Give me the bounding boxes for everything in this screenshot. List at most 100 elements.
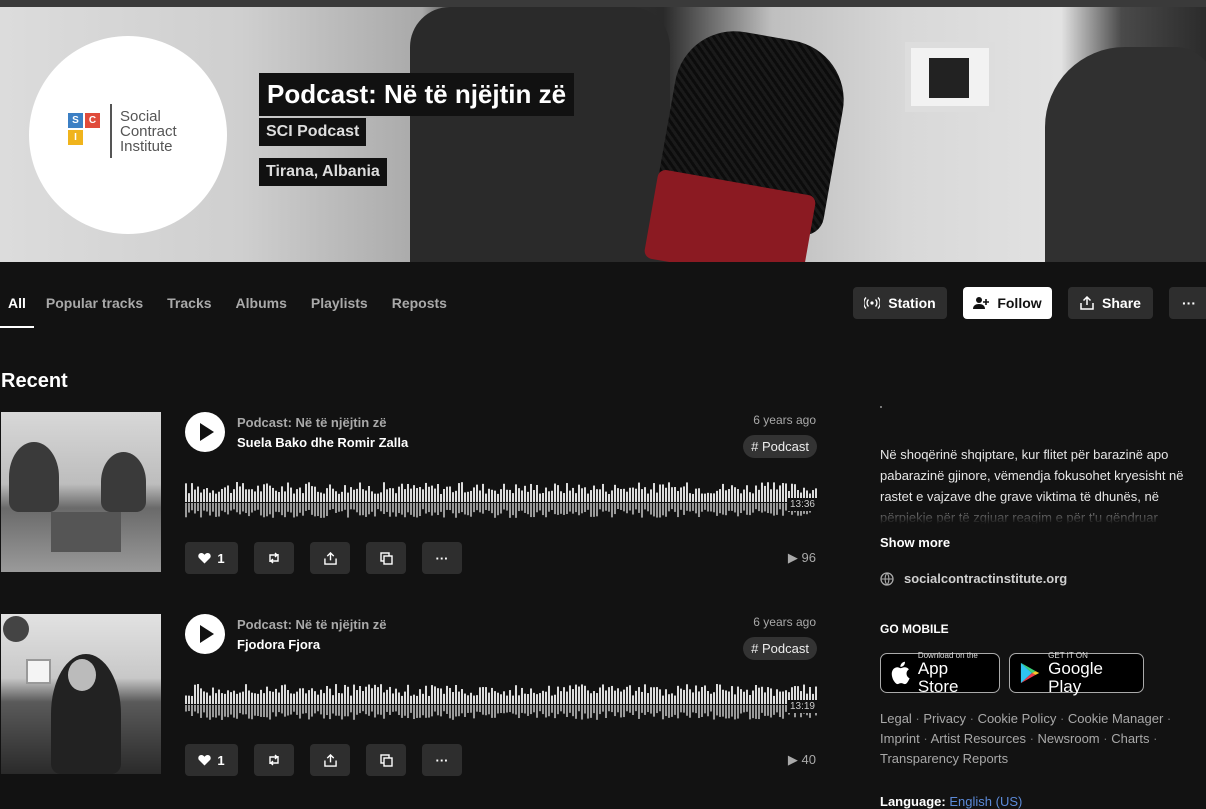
waveform-bar [194,684,196,704]
tab-playlists[interactable]: Playlists [299,286,380,328]
share-button[interactable]: Share [1068,287,1153,319]
track-date: 6 years ago [753,615,816,629]
waveform-bar [365,686,367,704]
waveform-bar [734,487,736,502]
waveform-bar-reflection [782,503,784,516]
waveform-bar-reflection [449,705,451,719]
waveform-bar [656,492,658,502]
station-button[interactable]: Station [853,287,947,319]
tab-tracks[interactable]: Tracks [155,286,223,328]
tab-all[interactable]: All [0,286,34,328]
like-button[interactable]: 1 [185,542,238,574]
logo-divider [110,104,112,158]
more-options-button[interactable]: ··· [1169,287,1206,319]
track-duration: 13:19 [787,700,817,713]
website-link[interactable]: socialcontractinstitute.org [880,571,1067,586]
repost-button[interactable] [254,542,294,574]
waveform-bar [230,492,232,502]
waveform-bar [332,695,334,704]
waveform[interactable] [185,480,817,526]
footer-link-cookie-manager[interactable]: Cookie Manager [1068,711,1163,726]
waveform-bar [530,688,532,704]
waveform-bar [446,685,448,704]
copy-link-button[interactable] [366,744,406,776]
play-button[interactable] [185,614,225,654]
track-uploader[interactable]: Podcast: Në të njëjtin zë [237,415,387,430]
tab-reposts[interactable]: Reposts [380,286,459,328]
copy-link-button[interactable] [366,542,406,574]
waveform-bar [692,493,694,502]
waveform-bar [224,693,226,704]
track-uploader[interactable]: Podcast: Në të njëjtin zë [237,617,387,632]
waveform-bar [728,691,730,704]
like-button[interactable]: 1 [185,744,238,776]
waveform-bar [536,484,538,502]
track-tag[interactable]: # Podcast [743,435,817,458]
follow-button[interactable]: Follow [963,287,1052,319]
waveform-bar [569,685,571,704]
waveform-bar-reflection [536,705,538,718]
waveform-bar-reflection [563,503,565,515]
waveform[interactable] [185,682,817,728]
waveform-bar-reflection [185,705,187,712]
track-title[interactable]: Suela Bako dhe Romir Zalla [237,435,408,450]
waveform-bar [455,490,457,502]
waveform-bar [770,489,772,502]
sci-logo-icon: S C I [68,113,102,147]
waveform-bar-reflection [320,503,322,518]
waveform-bar [665,487,667,502]
tab-albums[interactable]: Albums [224,286,299,328]
tab-popular-tracks[interactable]: Popular tracks [34,286,155,328]
language-link[interactable]: English (US) [949,794,1022,809]
waveform-bar-reflection [473,705,475,719]
footer-link-privacy[interactable]: Privacy [923,711,966,726]
more-track-button[interactable]: ··· [422,542,462,574]
track-tag[interactable]: # Podcast [743,637,817,660]
footer-link-cookie-policy[interactable]: Cookie Policy [978,711,1057,726]
waveform-bar-reflection [332,503,334,510]
waveform-bar-reflection [251,705,253,720]
waveform-bar-reflection [224,705,226,717]
footer-link-imprint[interactable]: Imprint [880,731,920,746]
waveform-bar-reflection [287,503,289,512]
waveform-bar [512,493,514,502]
waveform-bar-reflection [497,503,499,516]
track-artwork[interactable] [1,614,161,774]
waveform-bar [464,492,466,502]
waveform-bar-reflection [509,503,511,518]
waveform-bar [344,485,346,502]
waveform-bar [419,689,421,704]
share-track-button[interactable] [310,744,350,776]
google-play-badge[interactable]: GET IT ON Google Play [1009,651,1144,695]
footer-link-newsroom[interactable]: Newsroom [1038,731,1100,746]
footer-link-transparency-reports[interactable]: Transparency Reports [880,751,1008,766]
waveform-bar-reflection [356,705,358,715]
track-title[interactable]: Fjodora Fjora [237,637,320,652]
repost-button[interactable] [254,744,294,776]
footer-link-legal[interactable]: Legal [880,711,912,726]
waveform-bar-reflection [737,503,739,517]
waveform-bar [212,490,214,502]
waveform-bar-reflection [239,705,241,714]
footer-link-artist-resources[interactable]: Artist Resources [931,731,1026,746]
share-icon [1080,296,1094,310]
footer-link-charts[interactable]: Charts [1111,731,1149,746]
share-track-button[interactable] [310,542,350,574]
waveform-bar [188,695,190,704]
waveform-bar [641,489,643,502]
app-store-badge[interactable]: Download on the App Store [880,651,1000,695]
artwork-mixer [51,512,121,552]
waveform-bar-reflection [251,503,253,513]
waveform-bar [251,692,253,704]
more-track-button[interactable]: ··· [422,744,462,776]
play-button[interactable] [185,412,225,452]
track-artwork[interactable] [1,412,161,572]
waveform-bar-reflection [197,503,199,512]
waveform-bar-reflection [620,503,622,510]
waveform-bar-reflection [470,503,472,517]
waveform-bar [779,691,781,704]
waveform-bar-reflection [242,705,244,715]
waveform-bar-reflection [428,503,430,513]
waveform-bar-reflection [527,705,529,716]
show-more-link[interactable]: Show more [880,535,950,550]
